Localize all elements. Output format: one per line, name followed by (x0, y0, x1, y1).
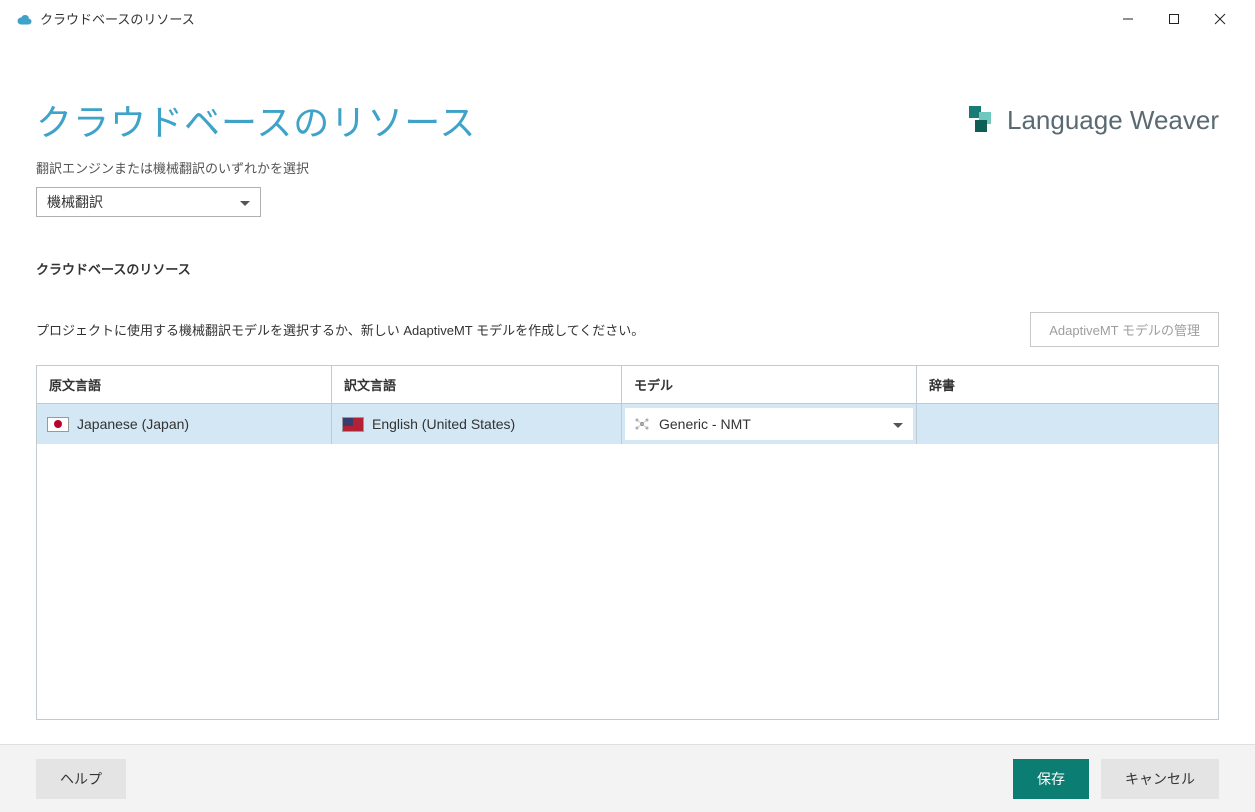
engine-dropdown[interactable]: 機械翻訳 (36, 187, 261, 217)
network-icon (633, 415, 651, 433)
close-button[interactable] (1197, 4, 1243, 34)
content-area: クラウドベースのリソース Language Weaver 翻訳エンジンまたは機械… (0, 94, 1255, 720)
cloud-icon (16, 11, 32, 27)
column-header-target[interactable]: 訳文言語 (332, 366, 622, 403)
help-button[interactable]: ヘルプ (36, 759, 126, 799)
page-title: クラウドベースのリソース (36, 94, 476, 146)
titlebar: クラウドベースのリソース (0, 0, 1255, 38)
engine-dropdown-label: 機械翻訳 (47, 192, 240, 212)
cell-source: Japanese (Japan) (37, 404, 332, 444)
window-controls (1105, 4, 1243, 34)
window-title: クラウドベースのリソース (40, 9, 1105, 28)
target-language-label: English (United States) (372, 416, 515, 432)
manage-adaptivemt-button[interactable]: AdaptiveMT モデルの管理 (1030, 312, 1219, 347)
brand-text: Language Weaver (1007, 105, 1219, 136)
us-flag-icon (342, 417, 364, 432)
cell-dictionary (917, 404, 1218, 444)
table-header: 原文言語 訳文言語 モデル 辞書 (37, 366, 1218, 404)
japan-flag-icon (47, 417, 69, 432)
chevron-down-icon (893, 416, 903, 432)
column-header-source[interactable]: 原文言語 (37, 366, 332, 403)
model-dropdown[interactable]: Generic - NMT (625, 408, 913, 440)
model-table: 原文言語 訳文言語 モデル 辞書 Japanese (Japan) Englis… (36, 365, 1219, 720)
cell-model: Generic - NMT (622, 404, 917, 444)
brand-logo-icon (967, 104, 997, 137)
section-label: クラウドベースのリソース (36, 259, 1219, 278)
column-header-dictionary[interactable]: 辞書 (917, 366, 1218, 403)
column-header-model[interactable]: モデル (622, 366, 917, 403)
save-button[interactable]: 保存 (1013, 759, 1089, 799)
minimize-button[interactable] (1105, 4, 1151, 34)
instructions-row: プロジェクトに使用する機械翻訳モデルを選択するか、新しい AdaptiveMT … (36, 312, 1219, 347)
chevron-down-icon (240, 195, 250, 210)
table-row[interactable]: Japanese (Japan) English (United States) (37, 404, 1218, 444)
maximize-button[interactable] (1151, 4, 1197, 34)
instructions-text: プロジェクトに使用する機械翻訳モデルを選択するか、新しい AdaptiveMT … (36, 320, 644, 339)
cell-target: English (United States) (332, 404, 622, 444)
footer: ヘルプ 保存 キャンセル (0, 744, 1255, 812)
subtitle: 翻訳エンジンまたは機械翻訳のいずれかを選択 (36, 158, 1219, 177)
cancel-button[interactable]: キャンセル (1101, 759, 1219, 799)
model-label: Generic - NMT (659, 416, 751, 432)
source-language-label: Japanese (Japan) (77, 416, 189, 432)
brand: Language Weaver (967, 104, 1219, 137)
header-row: クラウドベースのリソース Language Weaver (36, 94, 1219, 146)
